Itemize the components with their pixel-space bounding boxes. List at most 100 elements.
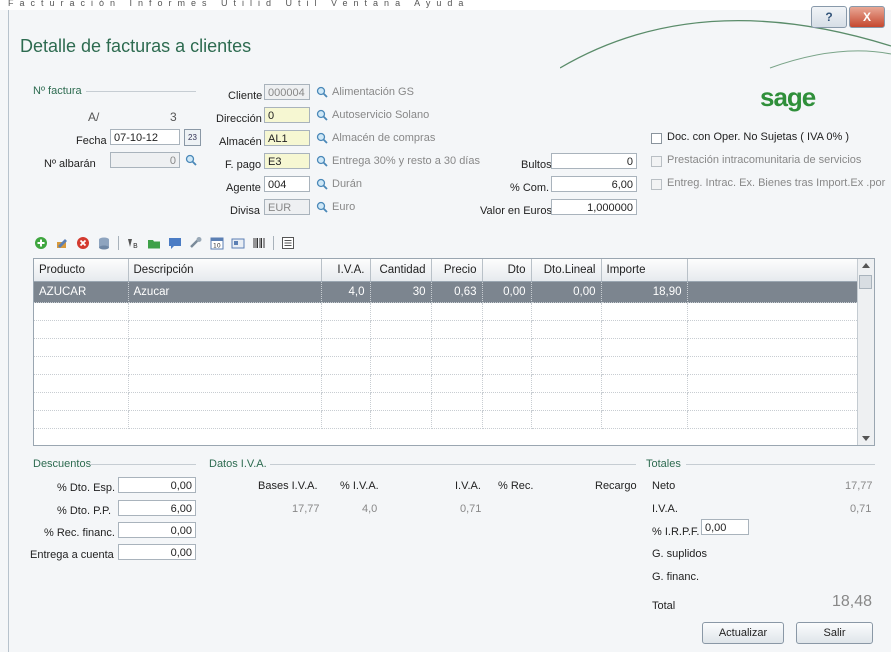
dto-pp-field[interactable]: 6,00 [118,500,196,516]
agente-label: Agente [226,182,261,194]
rec-financ-label: % Rec. financ. [44,527,115,539]
total-value: 18,48 [832,593,873,610]
comision-field[interactable]: 6,00 [551,176,637,192]
intracomunitaria-checkbox[interactable] [651,156,662,167]
empty-row[interactable] [34,320,861,339]
divisa-search-icon[interactable] [316,201,328,213]
edit-line-icon[interactable] [55,236,69,250]
cliente-search-icon[interactable] [316,86,328,98]
close-button[interactable]: X [849,6,885,28]
tools-icon[interactable] [189,236,203,250]
almacen-field[interactable]: AL1 [264,130,310,146]
agente-search-icon[interactable] [316,178,328,190]
divisa-field[interactable]: EUR [264,199,310,215]
salir-button[interactable]: Salir [796,622,873,644]
col-iva[interactable]: I.V.A. [321,259,371,282]
no-sujetas-checkbox[interactable] [651,133,662,144]
scroll-down-icon[interactable] [862,436,870,442]
list-icon[interactable] [281,236,295,250]
iva-header-rec: % Rec. [498,480,534,492]
iva-header-iva: I.V.A. [455,480,481,492]
cell-dto[interactable]: 0,00 [482,281,532,303]
agente-field[interactable]: 004 [264,176,310,192]
totales-section-title: Totales [646,458,681,470]
cell-precio[interactable]: 0,63 [431,281,483,303]
almacen-search-icon[interactable] [316,132,328,144]
window-title: Detalle de facturas a clientes [20,36,252,56]
dto-esp-field[interactable]: 0,00 [118,477,196,493]
direccion-label: Dirección [216,113,262,125]
col-producto[interactable]: Producto [34,259,129,282]
fecha-label: Fecha [76,135,107,147]
almacen-label: Almacén [219,136,262,148]
cliente-field[interactable]: 000004 [264,84,310,100]
iva-header-pct: % I.V.A. [340,480,379,492]
col-importe[interactable]: Importe [601,259,688,282]
empty-row[interactable] [34,392,861,411]
entreg-intrac-checkbox[interactable] [651,179,662,190]
col-descripcion[interactable]: Descripción [128,259,322,282]
grid-scrollbar[interactable] [857,259,874,445]
cell-descripcion[interactable]: Azucar [128,281,322,303]
direccion-field[interactable]: 0 [264,107,310,123]
help-button[interactable]: ? [811,6,847,28]
albaran-search-icon[interactable] [185,154,197,166]
svg-text:B: B [133,242,138,250]
iva-pct-value: 4,0 [362,503,378,515]
entrega-cuenta-field[interactable]: 0,00 [118,544,196,560]
col-precio[interactable]: Precio [431,259,483,282]
scroll-thumb[interactable] [859,275,872,289]
cell-filler [687,281,861,303]
fpago-field[interactable]: E3 [264,153,310,169]
calendar-10-icon[interactable]: 10 [210,236,224,250]
rec-financ-field[interactable]: 0,00 [118,522,196,538]
empty-row[interactable] [34,302,861,321]
svg-text:10: 10 [213,243,221,250]
cell-iva[interactable]: 4,0 [321,281,371,303]
scroll-up-icon[interactable] [862,262,870,268]
fpago-name: Entrega 30% y resto a 30 días [332,155,480,167]
card-icon[interactable] [231,236,245,250]
empty-row[interactable] [34,356,861,375]
factura-section-divider [86,91,196,92]
table-row[interactable]: AZUCAR Azucar 4,0 30 0,63 0,00 0,00 18,9… [34,281,861,303]
empty-row[interactable] [34,410,861,429]
col-cantidad[interactable]: Cantidad [370,259,432,282]
irpf-field[interactable]: 0,00 [701,519,749,535]
col-dto-lineal[interactable]: Dto.Lineal [531,259,602,282]
valor-euros-field[interactable]: 1,000000 [551,199,637,215]
factura-section-title: Nº factura [33,85,82,97]
bultos-field[interactable]: 0 [551,153,637,169]
cell-cantidad[interactable]: 30 [370,281,432,303]
cell-producto[interactable]: AZUCAR [34,281,129,303]
text-icon[interactable]: B [126,236,140,250]
direccion-search-icon[interactable] [316,109,328,121]
entrega-cuenta-label: Entrega a cuenta [30,549,114,561]
neto-value: 17,77 [845,480,873,492]
empty-row[interactable] [34,338,861,357]
lines-grid[interactable]: Producto Descripción I.V.A. Cantidad Pre… [33,258,875,446]
factura-numero: 3 [170,110,177,124]
delete-line-icon[interactable] [76,236,90,250]
albaran-field[interactable]: 0 [110,152,180,168]
fecha-field[interactable]: 07-10-12 [110,129,180,145]
toolbar-separator [118,236,119,250]
window-controls: ? X [811,6,885,28]
comment-icon[interactable] [168,236,182,250]
empty-row[interactable] [34,374,861,393]
dto-pp-label: % Dto. P.P. [57,505,112,517]
grid-toolbar: B 10 [34,236,295,250]
almacen-name: Almacén de compras [332,132,436,144]
database-icon[interactable] [97,236,111,250]
suplidos-label: G. suplidos [652,548,708,560]
folder-icon[interactable] [147,236,161,250]
actualizar-button[interactable]: Actualizar [702,622,784,644]
no-sujetas-label: Doc. con Oper. No Sujetas ( IVA 0% ) [667,131,849,143]
calendar-icon[interactable]: 23 [184,129,201,146]
add-line-icon[interactable] [34,236,48,250]
cell-importe[interactable]: 18,90 [601,281,688,303]
barcode-icon[interactable] [252,236,266,250]
cell-dto-lineal[interactable]: 0,00 [531,281,602,303]
col-dto[interactable]: Dto [482,259,532,282]
fpago-search-icon[interactable] [316,155,328,167]
